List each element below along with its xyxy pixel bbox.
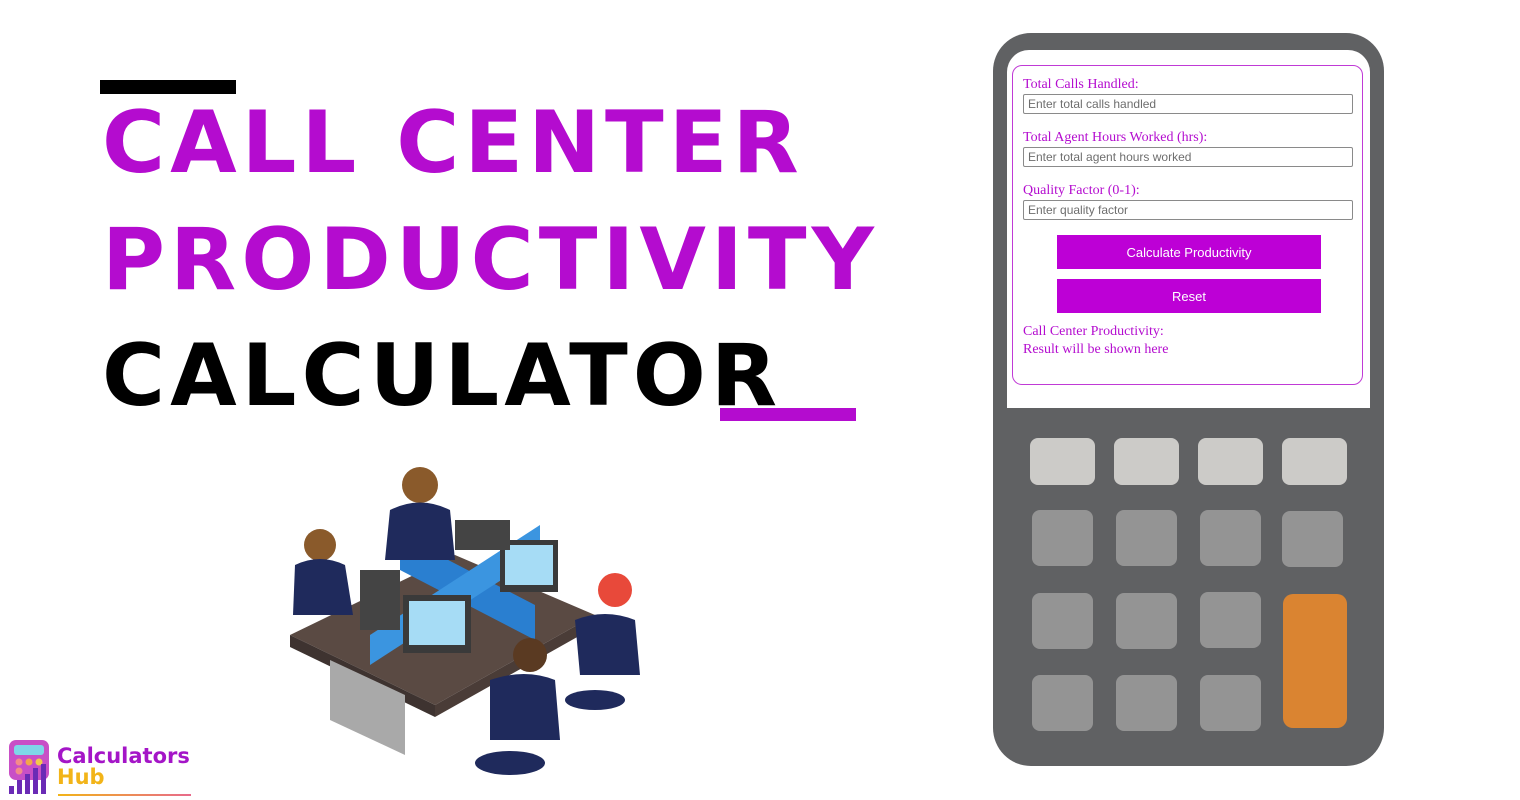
calculator-key [1032, 510, 1093, 566]
chair-base [565, 690, 625, 710]
agent-body [575, 614, 640, 675]
calculator-key [1198, 438, 1263, 485]
logo-underline [58, 794, 191, 796]
monitor-back [360, 570, 400, 630]
agent-body [490, 674, 560, 740]
calculator-key [1116, 593, 1177, 649]
agent-head [402, 467, 438, 503]
calculator-key [1200, 510, 1261, 566]
total-calls-label: Total Calls Handled: [1023, 77, 1139, 92]
agent-head [513, 638, 547, 672]
monitor-back [455, 520, 510, 550]
page-title-line-3: Calculator [102, 326, 783, 426]
page-title-line-1: Call Center [102, 93, 804, 193]
title-decoration-bar-bottom [720, 408, 856, 421]
monitor-screen [409, 601, 465, 645]
reset-button[interactable]: Reset [1057, 279, 1321, 313]
title-decoration-bar-top [100, 80, 236, 94]
total-calls-input[interactable] [1023, 94, 1353, 114]
calculator-key [1030, 438, 1095, 485]
calculator-key [1116, 510, 1177, 566]
calculator-key [1114, 438, 1179, 485]
calculator-key [1282, 438, 1347, 485]
calculator-key [1032, 675, 1093, 731]
calculator-equals-key [1283, 594, 1347, 728]
agent-hours-input[interactable] [1023, 147, 1353, 167]
calculator-key [1282, 511, 1343, 567]
calculator-form: Total Calls Handled: Total Agent Hours W… [1012, 65, 1363, 385]
call-center-agents-illustration [290, 467, 640, 775]
agent-head [598, 573, 632, 607]
calculate-button[interactable]: Calculate Productivity [1057, 235, 1321, 269]
calculator-key [1200, 675, 1261, 731]
result-label: Call Center Productivity: [1023, 324, 1164, 339]
agent-body [293, 559, 353, 615]
result-text: Result will be shown here [1023, 342, 1169, 357]
logo-text-hub: Hub [57, 765, 105, 789]
monitor-screen [505, 545, 553, 585]
agent-head [304, 529, 336, 561]
agent-hours-label: Total Agent Hours Worked (hrs): [1023, 130, 1208, 145]
calculator-key [1032, 593, 1093, 649]
calculator-key [1200, 592, 1261, 648]
agent-body [385, 502, 455, 560]
page-title-line-2: Productivity [102, 210, 879, 310]
quality-factor-label: Quality Factor (0-1): [1023, 183, 1140, 198]
quality-factor-input[interactable] [1023, 200, 1353, 220]
calculator-chart-icon [9, 740, 49, 794]
chair-base [475, 751, 545, 775]
calculator-key [1116, 675, 1177, 731]
